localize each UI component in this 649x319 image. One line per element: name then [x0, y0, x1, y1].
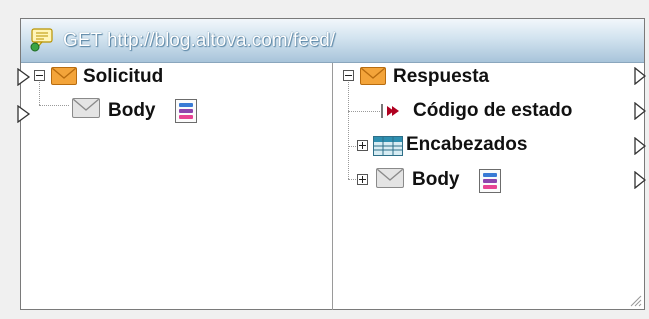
request-body-label: Body — [108, 100, 156, 121]
output-connector-icon[interactable] — [634, 137, 646, 155]
headers-label: Encabezados — [406, 134, 528, 155]
output-connector-icon[interactable] — [634, 102, 646, 120]
bar-icon — [179, 103, 193, 107]
tree-line — [348, 146, 356, 147]
response-root-label: Respuesta — [393, 66, 490, 87]
bar-icon — [483, 179, 497, 183]
tree-line — [39, 105, 69, 106]
pane-divider — [332, 63, 333, 310]
component-titlebar[interactable]: GET http://blog.altova.com/feed/ — [21, 19, 644, 63]
envelope-icon — [376, 168, 404, 188]
speech-bubble-icon — [30, 28, 53, 52]
expand-icon[interactable] — [357, 140, 368, 151]
resize-grip-icon[interactable] — [628, 293, 642, 307]
bar-icon — [179, 115, 193, 119]
collapse-icon[interactable] — [34, 70, 45, 81]
component-title: GET http://blog.altova.com/feed/ — [63, 30, 336, 51]
bar-icon — [483, 185, 497, 189]
bar-icon — [483, 173, 497, 177]
expand-icon[interactable] — [357, 174, 368, 185]
table-icon — [373, 136, 403, 156]
tree-line — [39, 82, 40, 105]
response-body-label: Body — [412, 169, 460, 190]
input-connector-icon[interactable] — [17, 105, 31, 123]
output-connector-icon[interactable] — [634, 171, 646, 189]
tree-line — [348, 111, 380, 112]
output-connector-icon[interactable] — [634, 67, 646, 85]
body-settings-button[interactable] — [175, 99, 197, 123]
body-settings-button[interactable] — [479, 169, 501, 193]
envelope-icon — [360, 67, 386, 85]
envelope-icon — [72, 98, 100, 118]
collapse-icon[interactable] — [343, 70, 354, 81]
status-code-label: Código de estado — [413, 100, 573, 121]
attribute-arrow-icon — [381, 104, 399, 118]
bar-icon — [179, 109, 193, 113]
input-connector-icon[interactable] — [17, 68, 31, 86]
tree-line — [348, 179, 356, 180]
web-service-component[interactable]: GET http://blog.altova.com/feed/ Solicit… — [17, 18, 646, 310]
envelope-icon — [51, 67, 77, 85]
request-root-label: Solicitud — [83, 66, 164, 87]
tree-line — [348, 82, 349, 179]
